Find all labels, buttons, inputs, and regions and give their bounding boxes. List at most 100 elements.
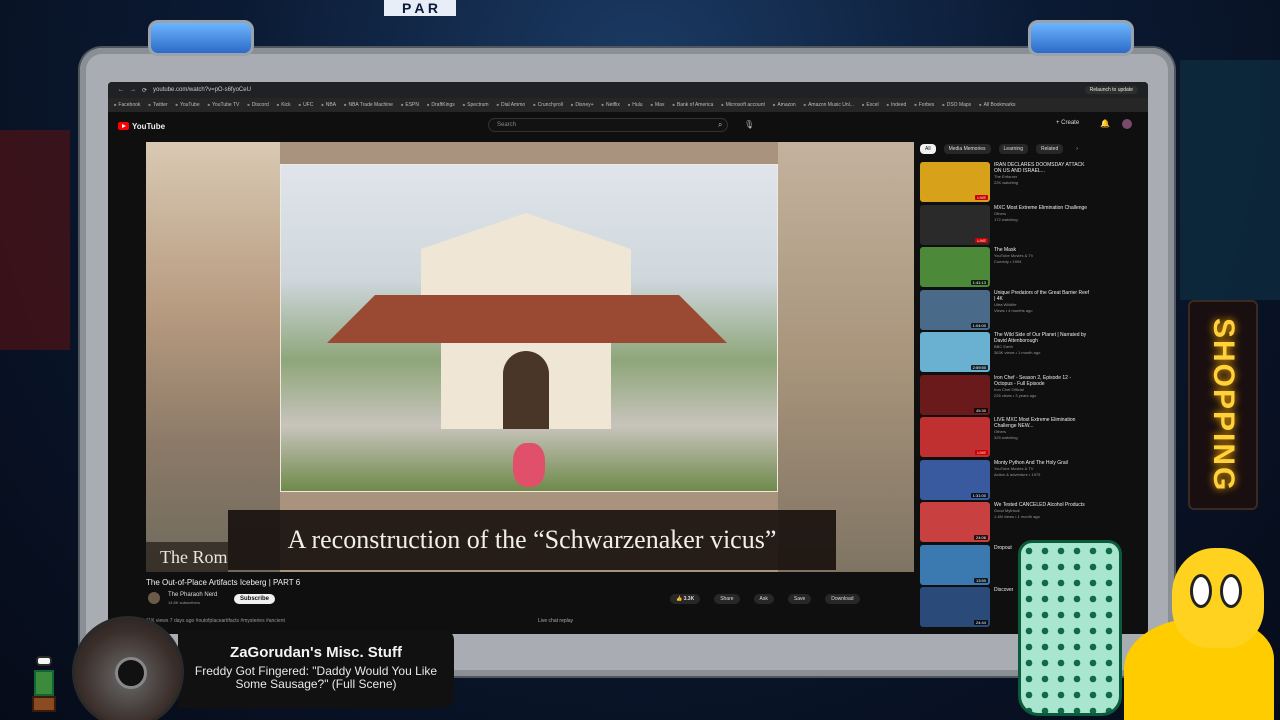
bookmark-item[interactable]: All Bookmarks	[979, 102, 1016, 108]
search-icon[interactable]: ⌕	[718, 120, 722, 130]
recommendation-thumbnail[interactable]: 45:30	[920, 374, 990, 415]
chip-media-memories[interactable]: Media Memories	[943, 144, 991, 154]
house-gable	[421, 213, 631, 303]
recommendation-item[interactable]: 1:31:00 Monty Python And The Holy Grail Yo…	[920, 459, 1090, 503]
background-right-building	[1180, 60, 1280, 300]
recommendation-title[interactable]: Discover	[994, 587, 1013, 593]
reload-icon[interactable]: ⟳	[142, 87, 147, 94]
recommendation-thumbnail[interactable]: LIVE	[920, 162, 990, 202]
channel-name[interactable]: The Pharaoh Nerd	[168, 592, 217, 598]
recommendation-thumbnail[interactable]: 1:04:00	[920, 289, 990, 330]
bookmark-item[interactable]: Forbes	[914, 102, 935, 108]
recommendation-item[interactable]: 1:41:13 The Mask YouTube Movies & TV Comedy…	[920, 247, 1090, 290]
video-player[interactable]: The Roman A reconstruction of the “Schwa…	[146, 142, 914, 572]
subscribe-button[interactable]: Subscribe	[234, 594, 276, 604]
recommendation-item[interactable]: 1:04:00 Unique Predators of the Great Bar…	[920, 289, 1090, 333]
bookmark-item[interactable]: Spectrum	[463, 102, 488, 108]
chevron-right-icon[interactable]: ›	[1071, 144, 1083, 154]
back-icon[interactable]: ←	[118, 87, 124, 93]
recommendation-item[interactable]: 24:06 We Tested CANCELED Alcohol Products…	[920, 502, 1090, 545]
recommendation-title[interactable]: Dropout	[994, 545, 1012, 551]
shopping-sign: SHOPPING	[1188, 300, 1258, 510]
bookmark-item[interactable]: NBA	[321, 102, 336, 108]
recommendation-thumbnail[interactable]: LIVE	[920, 417, 990, 457]
chip-all[interactable]: All	[920, 144, 936, 154]
avatar[interactable]	[1122, 119, 1132, 129]
video-left-ruins	[146, 142, 280, 572]
bookmark-item[interactable]: Netflix	[602, 102, 620, 108]
live-chat-replay[interactable]: Live chat replay	[538, 618, 573, 624]
microphone-icon[interactable]: 🎙	[744, 120, 754, 129]
chip-learning[interactable]: Learning	[998, 144, 1028, 154]
recommendation-title[interactable]: Unique Predators of the Great Barrier Re…	[994, 290, 1090, 302]
bookmark-item[interactable]: Amazon	[773, 102, 795, 108]
channel-avatar[interactable]	[148, 592, 160, 604]
bookmark-item[interactable]: Bank of America	[672, 102, 713, 108]
bookmark-item[interactable]: Excel	[862, 102, 878, 108]
bookmark-item[interactable]: ESPN	[401, 102, 419, 108]
recommendation-thumbnail[interactable]: 2:59:50	[920, 332, 990, 372]
recommendation-title[interactable]: Iron Chef - Season 2, Episode 12 - Octop…	[994, 375, 1090, 387]
bookmark-item[interactable]: UFC	[299, 102, 313, 108]
recommendation-item[interactable]: LIVE LIVE MXC Most Extreme Elimination Ch…	[920, 417, 1090, 460]
recommendation-thumbnail[interactable]: LIVE	[920, 204, 990, 245]
recommendation-meta: 22K watching	[994, 180, 1019, 185]
frame-cap-left	[148, 20, 254, 56]
recommendation-thumbnail[interactable]: 1:31:00	[920, 459, 990, 500]
download-button[interactable]: Download	[825, 594, 860, 604]
bookmark-item[interactable]: NBA Trade Machine	[344, 102, 392, 108]
recommendation-meta: Comedy • 1994	[994, 259, 1022, 264]
url-field[interactable]: youtube.com/watch?v=pO-s6fyoCeU	[153, 87, 1079, 93]
recommendation-title[interactable]: IRAN DECLARES DOOMSDAY ATTACK ON US AND …	[994, 162, 1090, 174]
bookmark-item[interactable]: DraftKings	[427, 102, 454, 108]
background-top-sign: P A R	[384, 0, 456, 16]
recommendation-meta: Action & adventure • 1975	[994, 471, 1041, 477]
recommendation-title[interactable]: Monty Python And The Holy Grail	[994, 460, 1068, 466]
recommendation-title[interactable]: LIVE MXC Most Extreme Elimination Challe…	[994, 417, 1090, 429]
recommendation-item[interactable]: 45:30 Iron Chef - Season 2, Episode 12 - …	[920, 374, 1090, 418]
notification-bell-icon[interactable]: 🔔	[1100, 119, 1110, 128]
recommendation-meta: Views • 4 months ago	[994, 307, 1033, 313]
recommendation-thumbnail[interactable]: 24:44	[920, 587, 990, 627]
koopa-head	[1172, 548, 1264, 648]
save-button[interactable]: Save	[787, 594, 812, 604]
bookmark-item[interactable]: Disney+	[571, 102, 593, 108]
recommendation-title[interactable]: The Wild Side of Our Planet | Narrated b…	[994, 332, 1090, 344]
bookmark-item[interactable]: Indeed	[887, 102, 906, 108]
frame-cap-right	[1028, 20, 1134, 56]
bookmark-item[interactable]: Microsoft account	[721, 102, 765, 108]
bookmark-item[interactable]: Facebook	[114, 102, 140, 108]
recommendation-item[interactable]: LIVE MXC Most Extreme Elimination Challen…	[920, 204, 1090, 248]
recommendation-title[interactable]: MXC Most Extreme Elimination Challenge	[994, 205, 1087, 211]
recommendation-thumbnail[interactable]: 13:50	[920, 544, 990, 585]
search-input[interactable]: Search	[488, 118, 728, 132]
recommendation-thumbnail[interactable]: 1:41:13	[920, 247, 990, 287]
forward-icon[interactable]: →	[130, 87, 136, 93]
recommendation-item[interactable]: LIVE IRAN DECLARES DOOMSDAY ATTACK ON US …	[920, 162, 1090, 205]
bookmark-item[interactable]: Crunchyroll	[533, 102, 563, 108]
bookmark-item[interactable]: Discord	[247, 102, 269, 108]
bookmark-item[interactable]: Kick	[277, 102, 290, 108]
like-button[interactable]: 👍 3.3K	[670, 594, 701, 604]
bookmark-item[interactable]: YouTube	[176, 102, 200, 108]
bookmark-item[interactable]: Max	[651, 102, 664, 108]
bookmark-item[interactable]: YouTube TV	[208, 102, 239, 108]
bookmark-item[interactable]: Dial Ammo	[497, 102, 525, 108]
recommendation-meta: 172 watching	[994, 216, 1018, 222]
video-description[interactable]: 11K views 7 days ago #outofplaceartifact…	[146, 618, 285, 624]
recommendation-thumbnail[interactable]: 24:06	[920, 502, 990, 542]
create-button[interactable]: + Create	[1056, 120, 1079, 126]
ask-button[interactable]: Ask	[753, 594, 774, 604]
bookmark-item[interactable]: Hulu	[628, 102, 642, 108]
bookmark-item[interactable]: Amazon Music Unl...	[804, 102, 854, 108]
relaunch-button[interactable]: Relaunch to update	[1084, 86, 1138, 94]
recommendation-item[interactable]: 2:59:50 The Wild Side of Our Planet | Nar…	[920, 332, 1090, 375]
bookmark-item[interactable]: Twitter	[148, 102, 168, 108]
recommendation-meta: 1.4M views • 1 month ago	[994, 514, 1040, 519]
bookmark-item[interactable]: DSO Maps	[942, 102, 971, 108]
chip-related[interactable]: Related	[1036, 144, 1064, 154]
house-door	[503, 351, 549, 429]
video-caption-left: The Roman	[146, 542, 228, 572]
youtube-logo[interactable]: YouTube	[118, 122, 165, 131]
share-button[interactable]: Share	[714, 594, 740, 604]
